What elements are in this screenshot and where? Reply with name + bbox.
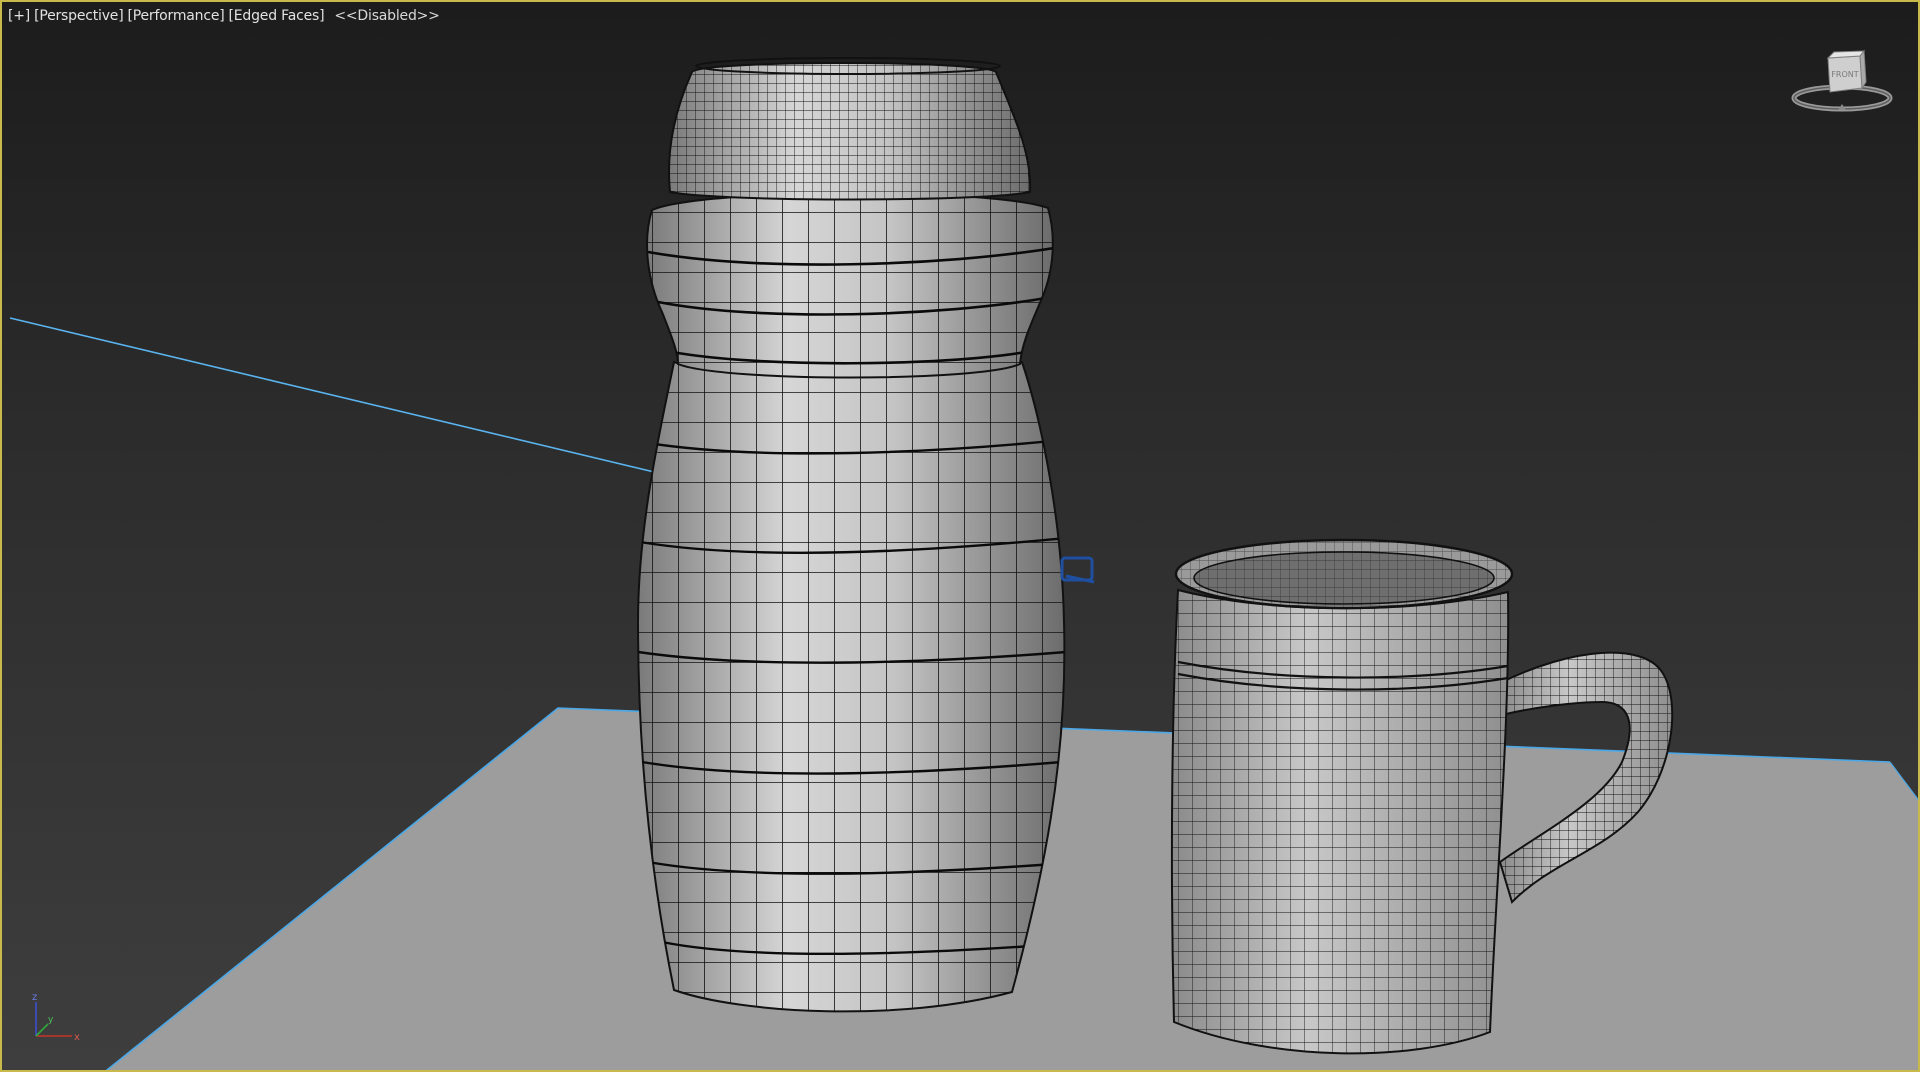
viewcube-icon[interactable]: FRONT	[1788, 48, 1898, 118]
axis-z-label: z	[32, 992, 37, 1003]
bottle-mesh[interactable]	[622, 52, 1082, 1032]
viewport-label: [+] [Perspective] [Performance] [Edged F…	[8, 8, 440, 24]
axis-y-label: y	[48, 1015, 54, 1025]
mug-body[interactable]	[1162, 562, 1522, 1062]
camera-target-icon[interactable]	[1060, 556, 1095, 584]
viewport-status-disabled: <<Disabled>>	[334, 8, 440, 24]
axis-tripod-icon: z x y	[32, 992, 80, 1043]
axis-x-label: x	[74, 1032, 80, 1043]
viewport-menu-plus[interactable]: [+]	[8, 8, 30, 24]
bottle-body[interactable]	[622, 352, 1082, 1032]
bottle-cap[interactable]	[652, 52, 1052, 212]
bottle-neck[interactable]	[632, 182, 1072, 382]
viewport-shading-menu[interactable]: [Performance]	[127, 8, 224, 24]
viewport-scene[interactable]	[2, 2, 1920, 1072]
viewport-edges-menu[interactable]: [Edged Faces]	[229, 8, 325, 24]
mug-rim[interactable]	[1174, 538, 1514, 610]
perspective-viewport[interactable]: [+] [Perspective] [Performance] [Edged F…	[0, 0, 1920, 1072]
viewcube-face-label: FRONT	[1831, 70, 1858, 79]
viewport-point-of-view-menu[interactable]: [Perspective]	[34, 8, 124, 24]
